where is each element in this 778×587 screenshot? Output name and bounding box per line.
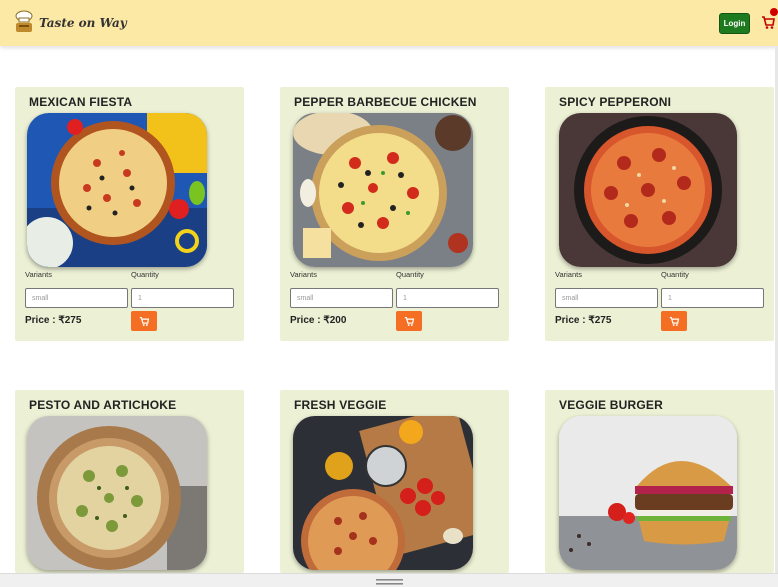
product-card: VEGGIE BURGER — [545, 390, 774, 573]
navbar: Taste on Way Login — [0, 0, 778, 46]
variants-label: Variants — [555, 270, 582, 279]
brand-name: Taste on Way — [39, 16, 127, 30]
cart-count-badge — [770, 8, 778, 16]
product-image[interactable] — [27, 416, 207, 570]
product-name: SPICY PEPPERONI — [559, 95, 672, 109]
bottom-drawer-bar[interactable] — [0, 573, 778, 587]
product-price: Price : ₹200 — [290, 315, 346, 326]
cart-icon — [139, 316, 149, 326]
product-card: PEPPER BARBECUE CHICKEN Variants Quantit… — [280, 87, 509, 341]
price-value: ₹200 — [323, 315, 347, 326]
price-prefix: Price : — [555, 315, 589, 326]
quantity-input[interactable]: 1 — [396, 288, 499, 308]
product-image[interactable] — [559, 416, 737, 570]
variant-select[interactable]: small — [290, 288, 393, 308]
product-price: Price : ₹275 — [25, 315, 81, 326]
product-card: FRESH VEGGIE — [280, 390, 509, 573]
product-card: MEXICAN FIESTA Variants Quantity small 1… — [15, 87, 244, 341]
product-image[interactable] — [559, 113, 737, 267]
product-name: VEGGIE BURGER — [559, 398, 663, 412]
price-prefix: Price : — [25, 315, 59, 326]
quantity-input[interactable]: 1 — [661, 288, 764, 308]
price-value: ₹275 — [588, 315, 612, 326]
quantity-label: Quantity — [661, 270, 689, 279]
product-image[interactable] — [27, 113, 207, 267]
product-image[interactable] — [293, 113, 473, 267]
brand[interactable]: Taste on Way — [13, 10, 127, 34]
cart-icon[interactable] — [761, 14, 775, 30]
product-name: MEXICAN FIESTA — [29, 95, 133, 109]
add-to-cart-button[interactable] — [396, 311, 422, 331]
variant-select[interactable]: small — [555, 288, 658, 308]
cart-icon — [669, 316, 679, 326]
product-name: PESTO AND ARTICHOKE — [29, 398, 177, 412]
variants-label: Variants — [25, 270, 52, 279]
product-card: PESTO AND ARTICHOKE — [15, 390, 244, 573]
product-name: PEPPER BARBECUE CHICKEN — [294, 95, 477, 109]
product-name: FRESH VEGGIE — [294, 398, 387, 412]
product-image[interactable] — [293, 416, 473, 570]
quantity-label: Quantity — [396, 270, 424, 279]
product-card: SPICY PEPPERONI Variants Quantity small … — [545, 87, 774, 341]
add-to-cart-button[interactable] — [131, 311, 157, 331]
price-prefix: Price : — [290, 315, 324, 326]
price-value: ₹275 — [58, 315, 82, 326]
quantity-input[interactable]: 1 — [131, 288, 234, 308]
add-to-cart-button[interactable] — [661, 311, 687, 331]
quantity-label: Quantity — [131, 270, 159, 279]
variant-select[interactable]: small — [25, 288, 128, 308]
cart-icon — [404, 316, 414, 326]
product-price: Price : ₹275 — [555, 315, 611, 326]
variants-label: Variants — [290, 270, 317, 279]
login-button[interactable]: Login — [719, 13, 750, 34]
drag-handle-icon[interactable] — [376, 579, 403, 585]
chef-logo-icon — [15, 10, 33, 32]
